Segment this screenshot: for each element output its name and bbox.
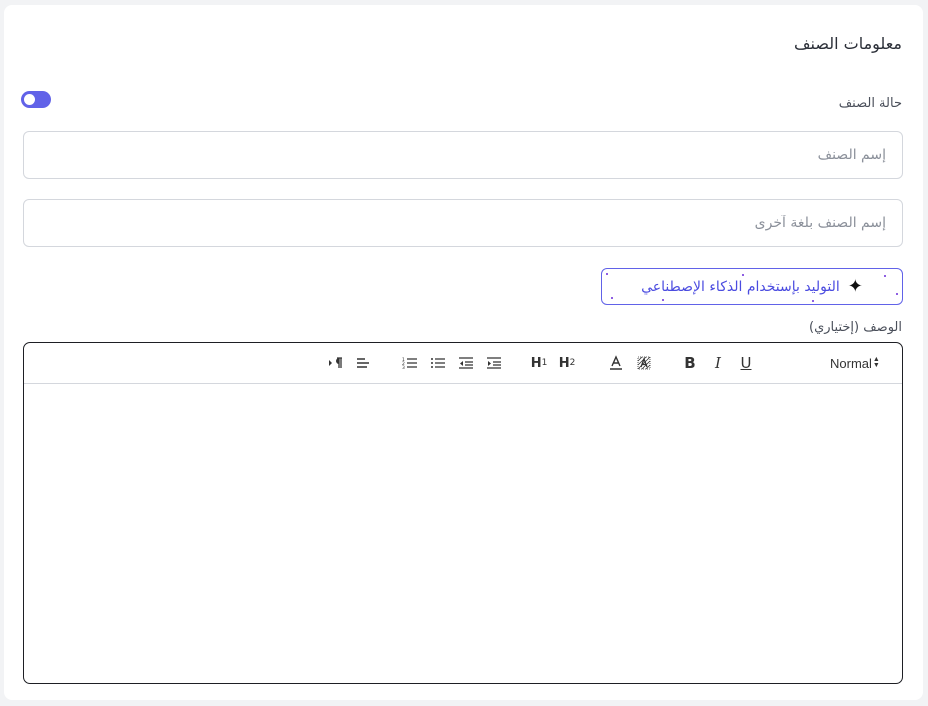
item-status-label: حالة الصنف [838,96,902,111]
item-name-other-language-input[interactable] [24,200,902,246]
format-select[interactable]: Normal ▲ ▼ [830,353,880,373]
item-status-toggle[interactable] [21,91,51,108]
section-title: معلومات الصنف [793,34,902,53]
sparkle-dot [611,297,613,299]
heading-2-letter: H [558,355,570,371]
item-info-card: معلومات الصنف حالة الصنف ✦ التوليد بإستخ… [4,5,923,700]
italic-button[interactable]: I [709,353,727,373]
heading-1-number: 1 [541,358,548,368]
sparkle-dot [742,274,744,276]
svg-text:3: 3 [402,365,405,370]
sparkle-dot [606,273,608,275]
editor-toolbar: 1 2 3 H 1 H 2 B I U Normal ▲ ▼ [24,343,902,384]
select-arrows-icon: ▲ ▼ [872,356,880,369]
heading-1-letter: H [530,355,542,371]
sparkle-dot [884,275,886,277]
ai-generate-button[interactable]: ✦ التوليد بإستخدام الذكاء الإصطناعي [601,268,903,305]
outdent-icon[interactable] [457,353,475,373]
heading-2-number: 2 [569,358,576,368]
sparkle-dot [812,300,814,302]
description-editor: 1 2 3 H 1 H 2 B I U Normal ▲ ▼ [23,342,903,684]
sparkle-dot [662,299,664,301]
ai-generate-label: التوليد بإستخدام الذكاء الإصطناعي [641,278,840,295]
background-color-icon[interactable] [635,353,653,373]
indent-icon[interactable] [485,353,503,373]
sparkle-dot [896,293,898,295]
item-name-input[interactable] [24,132,902,178]
heading-1-button[interactable]: H1 [530,353,548,373]
bullet-list-icon[interactable] [429,353,447,373]
bold-button[interactable]: B [681,353,699,373]
underline-button[interactable]: U [737,353,755,373]
description-label: الوصف (إختياري) [809,320,902,335]
ordered-list-icon[interactable]: 1 2 3 [401,353,419,373]
toggle-knob [24,94,35,105]
text-color-icon[interactable] [607,353,625,373]
align-icon[interactable] [354,353,372,373]
sparkle-icon: ✦ [847,275,863,297]
heading-2-button[interactable]: H2 [558,353,576,373]
format-select-value: Normal [830,355,872,371]
description-text-area[interactable] [24,385,902,683]
rtl-direction-icon[interactable] [327,353,345,373]
item-name-other-language-field[interactable] [23,199,903,247]
item-name-field[interactable] [23,131,903,179]
